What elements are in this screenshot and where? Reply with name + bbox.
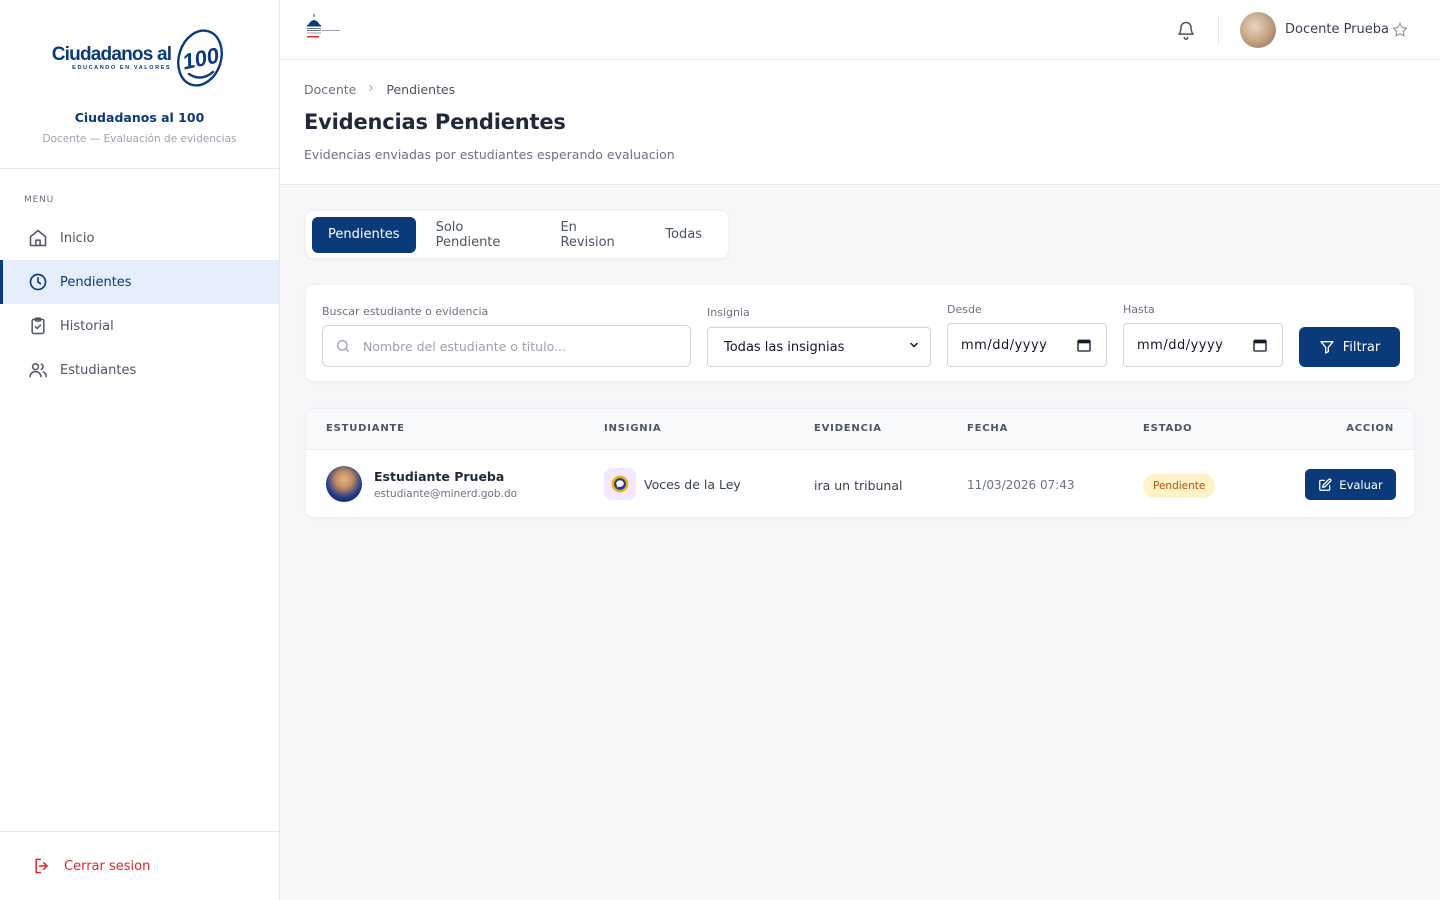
home-icon	[28, 228, 48, 248]
users-icon	[28, 360, 48, 380]
filter-button[interactable]: Filtrar	[1299, 327, 1400, 367]
star-icon[interactable]	[1391, 21, 1409, 39]
tab-solo-pendiente[interactable]: Solo Pendiente	[420, 217, 541, 253]
logout-label: Cerrar sesion	[64, 858, 151, 874]
student-name: Estudiante Prueba	[374, 469, 505, 484]
column-header-accion: ACCION	[1346, 423, 1394, 434]
column-header-evidencia: EVIDENCIA	[814, 423, 882, 434]
hasta-date-value: mm/dd/yyyy	[1137, 337, 1224, 353]
hasta-label: Hasta	[1123, 303, 1155, 316]
hasta-date-input[interactable]: mm/dd/yyyy	[1123, 323, 1283, 367]
logo-main-text: Ciudadanos al	[51, 43, 172, 65]
brand-name: Ciudadanos al 100	[74, 110, 205, 125]
sidebar-item-label: Pendientes	[60, 274, 132, 290]
search-label: Buscar estudiante o evidencia	[322, 305, 489, 318]
chevron-right-icon	[366, 83, 376, 96]
search-icon	[335, 338, 351, 354]
student-avatar	[326, 466, 362, 502]
evaluate-button-label: Evaluar	[1339, 477, 1383, 492]
app-logo[interactable]: Ciudadanos al EDUCANDO EN VALORES 100	[52, 26, 227, 90]
user-name[interactable]: Docente Prueba	[1285, 22, 1389, 37]
edit-icon	[1318, 477, 1332, 492]
sidebar-item-inicio[interactable]: Inicio	[0, 216, 279, 260]
logo-tagline: EDUCANDO EN VALORES	[72, 64, 172, 71]
sidebar: Ciudadanos al EDUCANDO EN VALORES 100 Ci…	[0, 0, 280, 900]
tab-pendientes[interactable]: Pendientes	[312, 216, 416, 253]
calendar-icon[interactable]	[1252, 337, 1268, 353]
insignia-label: Insignia	[707, 306, 750, 319]
clipboard-check-icon	[28, 316, 48, 336]
logout-button[interactable]: Cerrar sesion	[0, 831, 279, 900]
filter-button-label: Filtrar	[1342, 339, 1381, 355]
top-bar: Docente Prueba	[280, 0, 1440, 60]
column-header-fecha: FECHA	[967, 423, 1009, 434]
evidence-table: ESTUDIANTE INSIGNIA EVIDENCIA FECHA ESTA…	[305, 408, 1415, 518]
desde-date-input[interactable]: mm/dd/yyyy	[947, 323, 1107, 367]
evidence-title: ira un tribunal	[814, 478, 903, 493]
sidebar-item-estudiantes[interactable]: Estudiantes	[0, 348, 279, 392]
filters-panel: Buscar estudiante o evidencia Insignia T…	[305, 284, 1415, 382]
column-header-insignia: INSIGNIA	[604, 423, 662, 434]
brand-description: Docente — Evaluación de evidencias	[42, 133, 237, 145]
desde-date-value: mm/dd/yyyy	[961, 337, 1048, 353]
calendar-icon[interactable]	[1076, 337, 1092, 353]
sidebar-item-label: Inicio	[60, 230, 95, 246]
clock-icon	[28, 272, 48, 292]
table-header: ESTUDIANTE INSIGNIA EVIDENCIA FECHA ESTA…	[306, 409, 1414, 450]
breadcrumb-pendientes: Pendientes	[386, 82, 456, 97]
sidebar-nav: Inicio Pendientes Historial Estudiantes	[0, 216, 279, 392]
chevron-down-icon	[908, 339, 920, 355]
page-subtitle: Evidencias enviadas por estudiantes espe…	[304, 147, 675, 162]
sidebar-item-historial[interactable]: Historial	[0, 304, 279, 348]
user-avatar[interactable]	[1240, 12, 1276, 48]
ministry-logo[interactable]	[304, 13, 346, 45]
topbar-divider	[1218, 16, 1219, 44]
evaluate-button[interactable]: Evaluar	[1305, 469, 1396, 500]
logout-icon	[32, 856, 52, 876]
sidebar-item-label: Historial	[60, 318, 114, 334]
tab-todas[interactable]: Todas	[649, 217, 718, 253]
page-header: Docente Pendientes Evidencias Pendientes…	[280, 60, 1440, 185]
insignia-badge-icon	[604, 468, 636, 500]
breadcrumb: Docente Pendientes	[304, 82, 455, 97]
filter-icon	[1319, 339, 1335, 355]
svg-text:100: 100	[180, 42, 222, 74]
sidebar-item-label: Estudiantes	[60, 362, 137, 378]
status-badge: Pendiente	[1143, 474, 1216, 498]
evidence-date: 11/03/2026 07:43	[967, 478, 1075, 492]
insignia-name: Voces de la Ley	[644, 477, 741, 492]
page-title: Evidencias Pendientes	[304, 110, 566, 134]
tab-en-revision[interactable]: En Revision	[544, 217, 645, 253]
brand-header: Ciudadanos al EDUCANDO EN VALORES 100 Ci…	[0, 0, 279, 169]
desde-label: Desde	[947, 303, 982, 316]
sidebar-item-pendientes[interactable]: Pendientes	[0, 260, 279, 304]
column-header-estado: ESTADO	[1143, 423, 1193, 434]
search-field[interactable]	[322, 325, 691, 367]
bell-icon[interactable]	[1176, 20, 1196, 40]
insignia-select-value: Todas las insignias	[724, 339, 845, 355]
logo-100-emblem: 100	[177, 29, 224, 87]
table-row: Estudiante Prueba estudiante@minerd.gob.…	[306, 450, 1414, 517]
insignia-select[interactable]: Todas las insignias	[707, 327, 931, 367]
search-input[interactable]	[363, 338, 663, 354]
menu-title: MENU	[24, 195, 54, 205]
column-header-estudiante: ESTUDIANTE	[326, 423, 405, 434]
student-email: estudiante@minerd.gob.do	[374, 488, 518, 500]
breadcrumb-docente[interactable]: Docente	[304, 82, 356, 97]
status-tabs: Pendientes Solo Pendiente En Revision To…	[305, 210, 729, 259]
